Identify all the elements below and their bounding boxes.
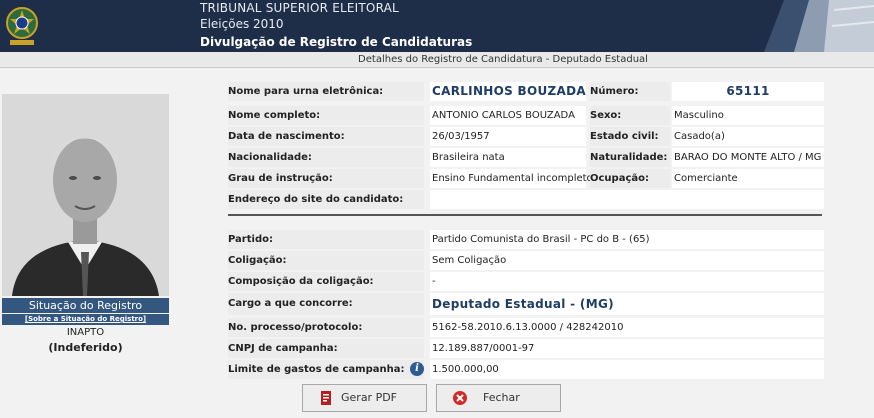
office-label: Cargo a que concorre:: [228, 293, 424, 315]
close-button[interactable]: Fechar: [436, 384, 561, 412]
close-label: Fechar: [483, 391, 520, 404]
website-value: [430, 190, 824, 209]
generate-pdf-button[interactable]: Gerar PDF: [302, 384, 427, 412]
party-value: Partido Comunista do Brasil - PC do B - …: [430, 230, 824, 249]
coalition-composition-label: Composição da coligação:: [228, 272, 424, 291]
coalition-value: Sem Coligação: [430, 251, 824, 270]
education-label: Grau de instrução:: [228, 169, 424, 188]
process-value: 5162-58.2010.6.13.0000 / 428242010: [430, 318, 824, 337]
office-value: Deputado Estadual - (MG): [430, 293, 824, 315]
number-value: 65111: [672, 82, 824, 101]
section-divider: [228, 214, 822, 216]
occupation-value: Comerciante: [672, 169, 824, 188]
number-label: Número:: [590, 82, 670, 101]
full-name-label: Nome completo:: [228, 106, 424, 125]
cnpj-label: CNPJ de campanha:: [228, 339, 424, 358]
registration-situation-title: Situação do Registro: [2, 298, 169, 313]
civil-status-value: Casado(a): [672, 127, 824, 146]
birthplace-label: Naturalidade:: [590, 148, 670, 167]
occupation-label: Ocupação:: [590, 169, 670, 188]
coalition-label: Coligação:: [228, 251, 424, 270]
situation-info-link[interactable]: [Sobre a Situação do Registro]: [2, 314, 169, 325]
website-label: Endereço do site do candidato:: [228, 190, 424, 209]
birthplace-value: BARAO DO MONTE ALTO / MG: [672, 148, 824, 167]
nationality-label: Nacionalidade:: [228, 148, 424, 167]
nationality-value: Brasileira nata: [430, 148, 586, 167]
spending-limit-value: 1.500.000,00: [430, 360, 824, 379]
election-name: Eleições 2010: [200, 17, 284, 31]
full-name-value: ANTONIO CARLOS BOUZADA: [430, 106, 586, 125]
page-header: TRIBUNAL SUPERIOR ELEITORAL Eleições 201…: [0, 0, 874, 52]
birth-date-label: Data de nascimento:: [228, 127, 424, 146]
pdf-icon: [321, 391, 331, 405]
education-value: Ensino Fundamental incompleto: [430, 169, 593, 188]
close-icon: [453, 391, 467, 405]
spending-limit-label: Limite de gastos de campanha:: [228, 360, 424, 379]
info-icon[interactable]: i: [410, 362, 424, 376]
sex-value: Masculino: [672, 106, 824, 125]
process-label: No. processo/protocolo:: [228, 318, 424, 337]
ballot-name-label: Nome para urna eletrônica:: [228, 82, 424, 101]
registration-status: INAPTO: [66, 327, 105, 338]
brasil-emblem-icon: [6, 7, 38, 45]
party-label: Partido:: [228, 230, 424, 249]
birth-date-value: 26/03/1957: [430, 127, 586, 146]
page-subtitle: Detalhes do Registro de Candidatura - De…: [0, 52, 874, 68]
page-title: Divulgação de Registro de Candidaturas: [200, 35, 473, 49]
generate-pdf-label: Gerar PDF: [341, 391, 398, 404]
ballot-name-value: CARLINHOS BOUZADA: [430, 82, 586, 101]
header-decoration: [764, 0, 874, 52]
registration-status-detail: (Indeferido): [48, 341, 123, 354]
civil-status-label: Estado civil:: [590, 127, 670, 146]
cnpj-value: 12.189.887/0001-97: [430, 339, 824, 358]
court-name: TRIBUNAL SUPERIOR ELEITORAL: [200, 1, 399, 15]
sex-label: Sexo:: [590, 106, 670, 125]
coalition-composition-value: -: [430, 272, 824, 291]
candidate-photo: [2, 94, 169, 296]
